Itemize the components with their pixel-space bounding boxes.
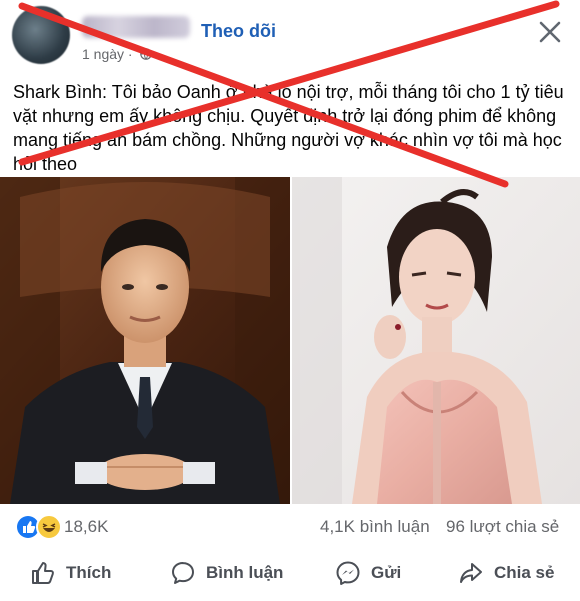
share-label: Chia sẻ <box>494 563 555 582</box>
shares-count[interactable]: 96 lượt chia sẻ <box>446 517 559 537</box>
thumbs-up-icon <box>32 562 54 584</box>
photo-woman-pink-dress[interactable] <box>292 177 580 504</box>
globe-icon <box>140 48 152 60</box>
comment-label: Bình luận <box>206 563 284 582</box>
post-action-bar: Thích Bình luận Gửi Chia sẻ <box>0 553 580 597</box>
comments-count[interactable]: 4,1K bình luận <box>320 517 430 537</box>
follow-button[interactable]: Theo dõi <box>201 21 276 42</box>
like-label: Thích <box>66 563 112 582</box>
reaction-count[interactable]: 18,6K <box>64 517 108 537</box>
like-button[interactable]: Thích <box>30 553 111 593</box>
share-arrow-icon <box>460 563 482 583</box>
send-label: Gửi <box>371 563 402 582</box>
send-button[interactable]: Gửi <box>335 553 401 593</box>
author-name-blurred[interactable] <box>82 16 190 38</box>
reaction-stats-row: 18,6K 4,1K bình luận 96 lượt chia sẻ <box>0 510 580 546</box>
comment-bubble-icon <box>172 562 194 584</box>
close-icon[interactable] <box>536 18 564 46</box>
haha-reaction-icon[interactable] <box>36 514 62 540</box>
author-avatar[interactable] <box>12 6 70 64</box>
post-header: Theo dõi 1 ngày · <box>0 0 580 72</box>
photo-man-in-suit[interactable] <box>0 177 290 504</box>
share-button[interactable]: Chia sẻ <box>458 553 554 593</box>
messenger-icon <box>336 561 360 585</box>
post-time[interactable]: 1 ngày · <box>82 46 133 62</box>
post-photos <box>0 177 580 504</box>
post-caption: Shark Bình: Tôi bảo Oanh ở nhà lo nội tr… <box>13 82 564 174</box>
comment-button[interactable]: Bình luận <box>170 553 283 593</box>
